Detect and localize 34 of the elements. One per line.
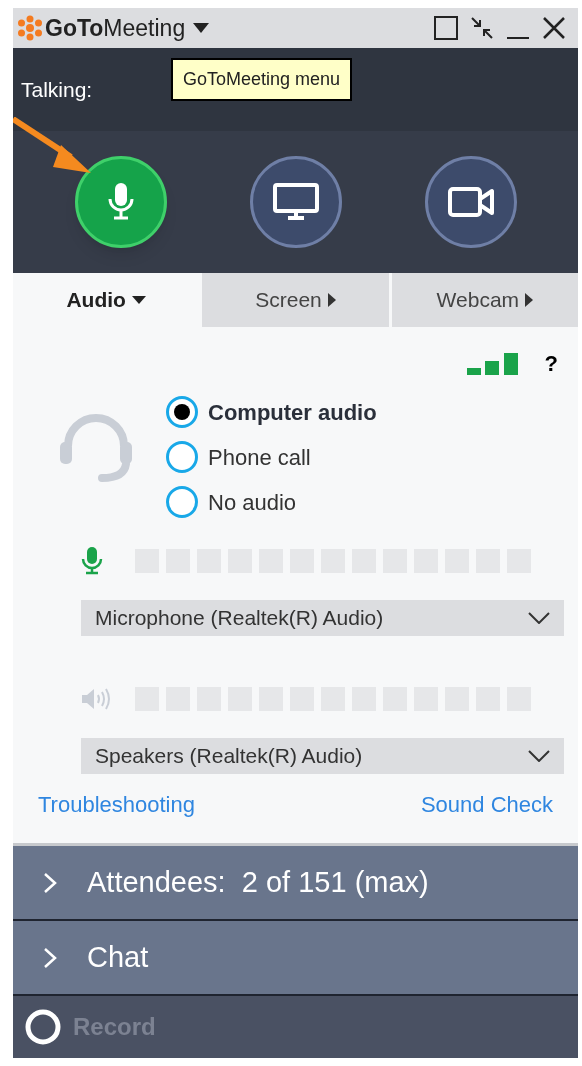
audio-option[interactable]: No audio <box>166 486 377 518</box>
monitor-icon <box>272 183 319 221</box>
logo-icon <box>17 15 43 41</box>
help-button[interactable]: ? <box>544 347 558 380</box>
compact-view-icon[interactable] <box>470 16 494 40</box>
chevron-down-icon <box>528 612 550 624</box>
device-dropdown[interactable]: Speakers (Realtek(R) Audio) <box>81 738 564 774</box>
audio-option[interactable]: Computer audio <box>166 396 377 428</box>
link[interactable]: Sound Check <box>420 788 553 821</box>
audio-option[interactable]: Phone call <box>166 441 377 473</box>
panel-header[interactable]: Chat <box>13 921 578 996</box>
chevron-down-icon <box>528 750 550 762</box>
chevron-right-icon <box>43 946 57 969</box>
radio-button[interactable] <box>166 441 198 473</box>
signal-strength-icon <box>466 352 519 375</box>
caret-icon <box>193 23 210 33</box>
talking-label: Talking: <box>21 76 93 103</box>
tab[interactable]: Screen <box>199 273 389 327</box>
chevron-right-icon <box>43 871 57 894</box>
radio-button[interactable] <box>166 396 198 428</box>
record-icon <box>25 1009 61 1045</box>
panel-header[interactable]: Attendees: 2 of 151 (max) <box>13 846 578 921</box>
app-menu-button[interactable]: GoToMeeting <box>45 10 210 46</box>
radio-button[interactable] <box>166 486 198 518</box>
link[interactable]: Troubleshooting <box>38 788 195 821</box>
caret-down-icon <box>131 296 146 304</box>
tooltip: GoToMeeting menu <box>171 58 353 101</box>
caret-right-icon <box>327 293 336 307</box>
microphone-icon <box>81 547 103 575</box>
maximize-icon[interactable] <box>434 16 458 40</box>
caret-right-icon <box>525 293 534 307</box>
video-camera-icon <box>447 187 494 217</box>
close-icon[interactable] <box>542 16 566 40</box>
device-dropdown[interactable]: Microphone (Realtek(R) Audio) <box>81 600 564 636</box>
